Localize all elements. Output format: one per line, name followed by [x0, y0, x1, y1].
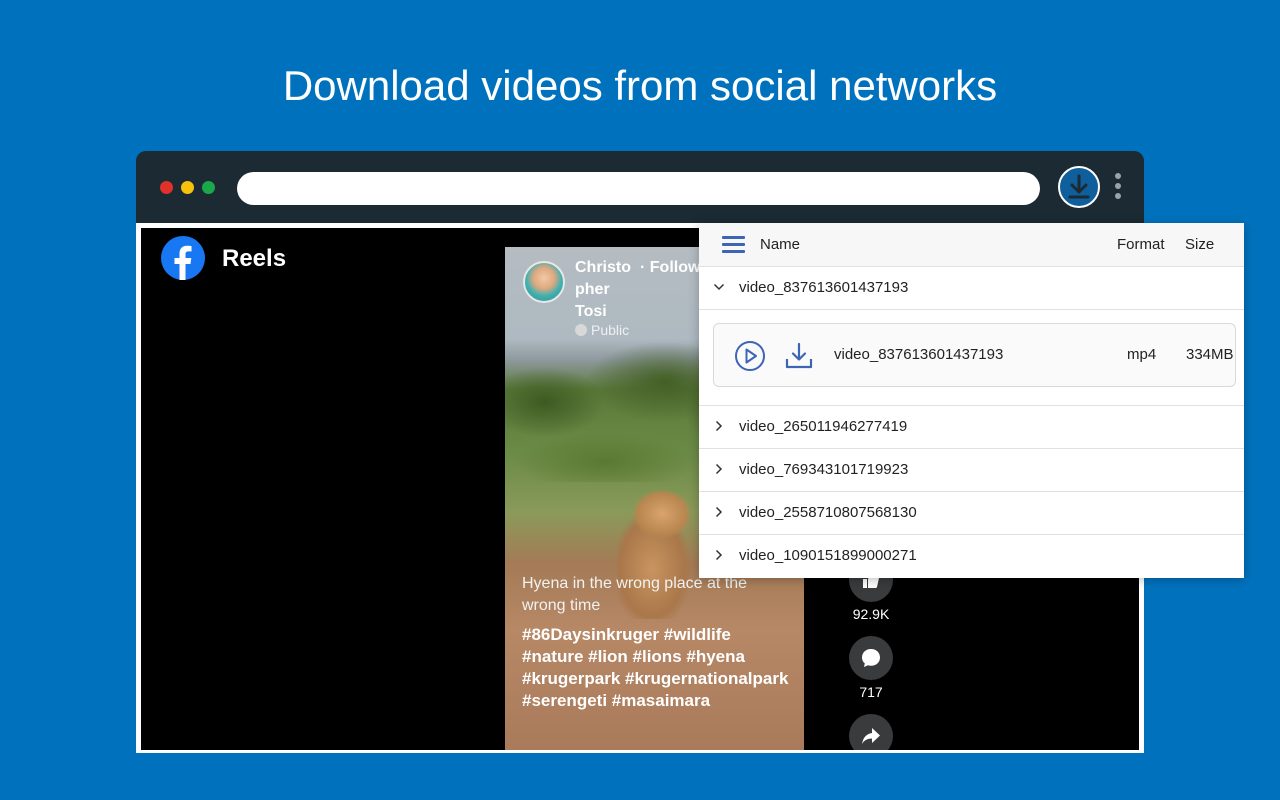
- video-group-label: video_1090151899000271: [739, 547, 917, 564]
- download-panel: Name Format Size video_837613601437193 v…: [699, 223, 1244, 578]
- comment-count: 717: [859, 684, 883, 700]
- video-group-expanded[interactable]: video_837613601437193: [699, 267, 1244, 310]
- file-size: 334MB: [1186, 346, 1234, 363]
- play-circle-icon[interactable]: [734, 340, 766, 372]
- video-group-label: video_2558710807568130: [739, 504, 917, 521]
- chevron-right-icon: [715, 420, 723, 432]
- page-title: Reels: [222, 245, 287, 272]
- reel-caption: Hyena in the wrong place at the wrong ti…: [522, 575, 748, 614]
- browser-menu-icon[interactable]: [1114, 173, 1122, 205]
- video-group-collapsed[interactable]: video_265011946277419: [699, 406, 1244, 449]
- video-group-collapsed[interactable]: video_2558710807568130: [699, 492, 1244, 535]
- reel-hashtags[interactable]: #86Daysinkruger #wildlife #nature #lion …: [522, 624, 792, 712]
- file-format: mp4: [1127, 346, 1157, 363]
- video-group-collapsed[interactable]: video_1090151899000271: [699, 535, 1244, 577]
- globe-icon: [575, 324, 587, 336]
- audience-label: Public: [591, 322, 630, 338]
- video-group-label: video_265011946277419: [739, 418, 908, 435]
- download-tray-icon[interactable]: [784, 342, 814, 370]
- minimize-window-button[interactable]: [181, 181, 194, 194]
- column-format[interactable]: Format: [1117, 236, 1165, 253]
- follow-link[interactable]: · Follow: [640, 257, 700, 279]
- share-icon: [862, 728, 880, 744]
- video-group-label: video_769343101719923: [739, 461, 909, 478]
- hamburger-menu-icon[interactable]: [722, 236, 745, 254]
- column-name[interactable]: Name: [760, 236, 800, 253]
- download-icon: [1068, 174, 1090, 199]
- reel-actions: 92.9K 717: [841, 558, 901, 750]
- chevron-right-icon: [715, 463, 723, 475]
- maximize-window-button[interactable]: [202, 181, 215, 194]
- video-file-item: video_837613601437193 mp4 334MB: [713, 323, 1236, 387]
- close-window-button[interactable]: [160, 181, 173, 194]
- file-name: video_837613601437193: [834, 346, 1004, 363]
- author-name[interactable]: Christo pher Tosi: [575, 257, 635, 323]
- video-group-content: video_837613601437193 mp4 334MB: [699, 310, 1244, 406]
- video-group-collapsed[interactable]: video_769343101719923: [699, 449, 1244, 492]
- chevron-down-icon: [713, 283, 725, 291]
- extension-download-button[interactable]: [1058, 166, 1100, 208]
- window-controls: [160, 181, 215, 194]
- chevron-right-icon: [715, 506, 723, 518]
- like-count: 92.9K: [852, 606, 890, 622]
- avatar[interactable]: [523, 261, 565, 303]
- headline: Download videos from social networks: [282, 62, 998, 109]
- facebook-logo-icon[interactable]: [161, 236, 205, 280]
- audience-indicator: Public: [575, 322, 629, 338]
- comment-button[interactable]: [849, 636, 893, 680]
- column-size[interactable]: Size: [1185, 236, 1214, 253]
- panel-header: Name Format Size: [699, 223, 1244, 267]
- address-bar[interactable]: [237, 172, 1040, 205]
- video-group-label: video_837613601437193: [739, 279, 909, 296]
- share-button[interactable]: [849, 714, 893, 750]
- comment-icon: [862, 649, 880, 667]
- chevron-right-icon: [715, 549, 723, 561]
